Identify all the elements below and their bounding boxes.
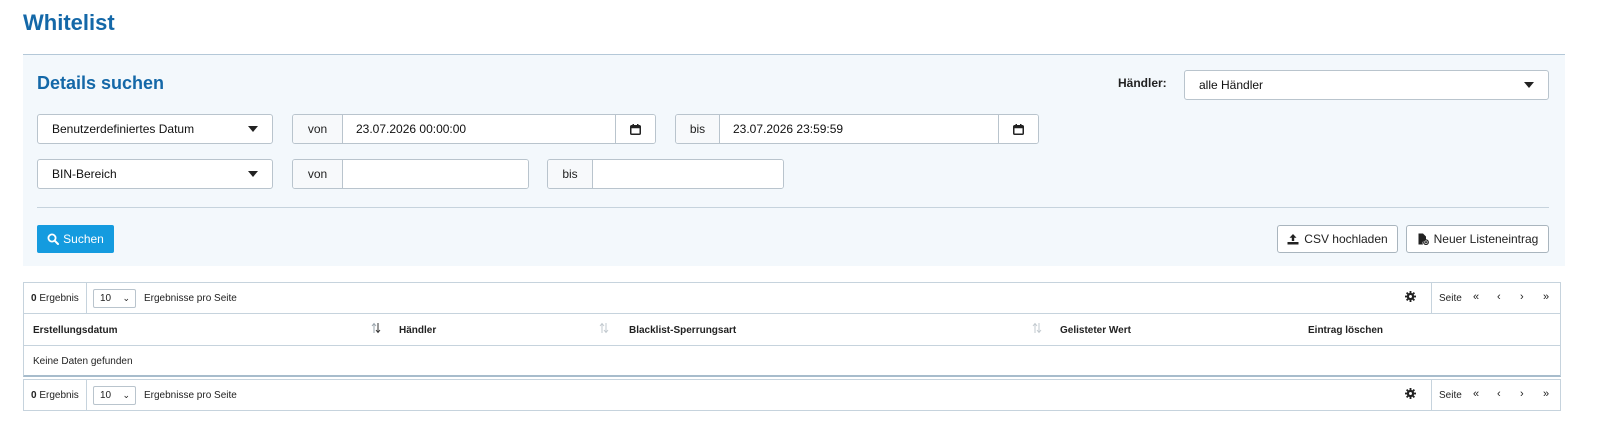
column-listed-value: Gelisteter Wert xyxy=(1060,325,1131,336)
page-next-button[interactable]: › xyxy=(1520,388,1524,400)
search-button[interactable]: Suchen xyxy=(37,225,114,253)
gear-icon[interactable] xyxy=(1405,291,1416,305)
table-toolbar-bottom: 0 Ergebnis 10 ⌄ Ergebnisse pro Seite Sei… xyxy=(23,379,1561,411)
result-count-number: 0 xyxy=(31,293,37,304)
caret-down-icon xyxy=(1524,82,1534,88)
page-label: Seite xyxy=(1439,293,1462,304)
date-mode-value: Benutzerdefiniertes Datum xyxy=(52,122,195,136)
toolbar-divider xyxy=(86,380,87,410)
result-count-number: 0 xyxy=(31,390,37,401)
chevron-down-icon: ⌄ xyxy=(122,390,130,400)
search-divider xyxy=(37,207,1549,208)
range-mode-value: BIN-Bereich xyxy=(52,167,117,181)
table-header: Erstellungsdatum Händler Blacklist-Sperr… xyxy=(23,314,1561,346)
page-size-value: 10 xyxy=(100,293,112,304)
sort-icon[interactable] xyxy=(371,322,381,337)
column-merchant[interactable]: Händler xyxy=(399,325,436,336)
column-block-type[interactable]: Blacklist-Sperrungsart xyxy=(629,325,736,336)
search-icon xyxy=(47,233,60,245)
search-panel-title: Details suchen xyxy=(37,73,165,93)
new-entry-label: Neuer Listeneintrag xyxy=(1433,232,1539,246)
caret-down-icon xyxy=(248,171,258,177)
page-next-button[interactable]: › xyxy=(1520,291,1524,303)
range-to-input[interactable] xyxy=(593,160,783,188)
page-size-value: 10 xyxy=(100,390,112,401)
column-delete-entry: Eintrag löschen xyxy=(1308,325,1384,336)
range-from-input[interactable] xyxy=(343,160,528,188)
search-panel: Details suchen Händler: alle Händler Ben… xyxy=(23,54,1565,266)
toolbar-divider xyxy=(86,283,87,313)
page-size-select[interactable]: 10 ⌄ xyxy=(93,386,136,405)
date-mode-select[interactable]: Benutzerdefiniertes Datum xyxy=(37,114,273,144)
result-count-label: Ergebnis xyxy=(39,390,79,401)
date-from-group: von xyxy=(292,114,656,144)
chevron-down-icon: ⌄ xyxy=(122,293,130,303)
result-count: 0 Ergebnis xyxy=(31,293,79,304)
page-label: Seite xyxy=(1439,390,1462,401)
table-body: Keine Daten gefunden xyxy=(23,346,1561,377)
date-to-group: bis xyxy=(675,114,1039,144)
sort-icon[interactable] xyxy=(1032,322,1042,337)
calendar-icon xyxy=(1013,123,1024,135)
gear-icon[interactable] xyxy=(1405,388,1416,402)
calendar-icon xyxy=(630,123,641,135)
new-entry-button[interactable]: Neuer Listeneintrag xyxy=(1406,225,1549,253)
page-last-button[interactable]: » xyxy=(1543,291,1549,303)
per-page-label: Ergebnisse pro Seite xyxy=(144,293,237,304)
csv-upload-label: CSV hochladen xyxy=(1304,232,1388,246)
table-toolbar-top: 0 Ergebnis 10 ⌄ Ergebnisse pro Seite Sei… xyxy=(23,282,1561,314)
result-count-label: Ergebnis xyxy=(39,293,79,304)
toolbar-divider xyxy=(1431,380,1432,410)
range-from-label: von xyxy=(293,160,343,188)
csv-upload-button[interactable]: CSV hochladen xyxy=(1277,225,1398,253)
range-mode-select[interactable]: BIN-Bereich xyxy=(37,159,273,189)
page-prev-button[interactable]: ‹ xyxy=(1497,291,1501,303)
range-from-group: von xyxy=(292,159,529,189)
date-from-label: von xyxy=(293,115,343,143)
file-plus-icon xyxy=(1418,233,1429,245)
date-from-input[interactable] xyxy=(343,115,615,143)
date-to-label: bis xyxy=(676,115,720,143)
caret-down-icon xyxy=(248,126,258,132)
page-first-button[interactable]: « xyxy=(1473,291,1479,303)
page-prev-button[interactable]: ‹ xyxy=(1497,388,1501,400)
date-to-calendar-button[interactable] xyxy=(998,115,1038,143)
upload-icon xyxy=(1287,234,1299,245)
empty-message: Keine Daten gefunden xyxy=(33,356,133,367)
merchant-label: Händler: xyxy=(1118,76,1167,90)
merchant-select-value: alle Händler xyxy=(1199,78,1264,92)
date-from-calendar-button[interactable] xyxy=(615,115,655,143)
range-to-group: bis xyxy=(547,159,784,189)
sort-icon[interactable] xyxy=(599,322,609,337)
column-created-date[interactable]: Erstellungsdatum xyxy=(33,325,117,336)
search-button-label: Suchen xyxy=(63,232,104,246)
merchant-select[interactable]: alle Händler xyxy=(1184,70,1549,100)
page-last-button[interactable]: » xyxy=(1543,388,1549,400)
page-first-button[interactable]: « xyxy=(1473,388,1479,400)
range-to-label: bis xyxy=(548,160,593,188)
page-title: Whitelist xyxy=(23,10,115,35)
page-size-select[interactable]: 10 ⌄ xyxy=(93,289,136,308)
toolbar-divider xyxy=(1431,283,1432,313)
result-count: 0 Ergebnis xyxy=(31,390,79,401)
per-page-label: Ergebnisse pro Seite xyxy=(144,390,237,401)
date-to-input[interactable] xyxy=(720,115,998,143)
